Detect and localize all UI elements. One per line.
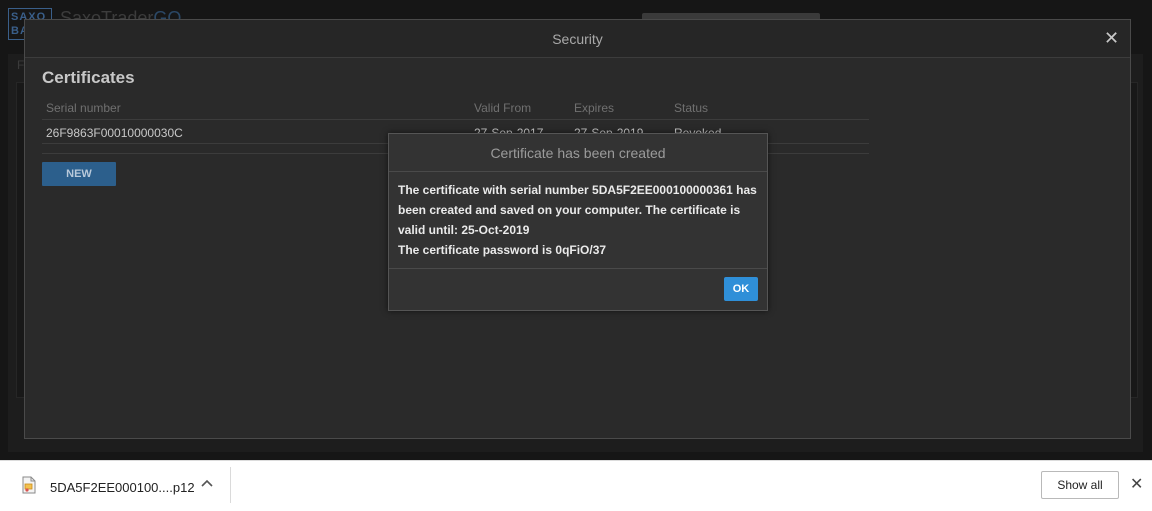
download-file-name[interactable]: 5DA5F2EE000100....p12 <box>50 480 195 495</box>
cell-serial: 26F9863F00010000030C <box>46 126 183 140</box>
security-dialog-title: Security <box>25 20 1130 58</box>
certificate-created-modal: Certificate has been created The certifi… <box>388 133 768 311</box>
chevron-up-icon[interactable] <box>200 477 214 491</box>
modal-message-password: The certificate password is 0qFiO/37 <box>398 243 607 257</box>
column-header-valid-from: Valid From <box>474 101 532 115</box>
ok-button[interactable]: OK <box>724 277 758 301</box>
modal-divider <box>389 268 767 269</box>
table-header-row: Serial number Valid From Expires Status <box>42 98 869 120</box>
close-icon[interactable]: ✕ <box>1104 28 1119 48</box>
certificates-heading: Certificates <box>42 68 135 87</box>
new-certificate-button[interactable]: NEW <box>42 162 116 186</box>
column-header-status: Status <box>674 101 709 115</box>
certificate-file-icon <box>22 476 36 494</box>
download-bar-divider <box>230 467 231 503</box>
download-bar: 5DA5F2EE000100....p12 Show all ✕ <box>0 460 1152 511</box>
close-icon[interactable]: ✕ <box>1130 476 1144 494</box>
column-header-expires: Expires <box>574 101 615 115</box>
show-all-button[interactable]: Show all <box>1041 471 1119 499</box>
modal-message: The certificate with serial number 5DA5F… <box>398 180 760 260</box>
column-header-serial: Serial number <box>46 101 121 115</box>
modal-title: Certificate has been created <box>389 134 767 172</box>
modal-message-main: The certificate with serial number 5DA5F… <box>398 183 757 237</box>
